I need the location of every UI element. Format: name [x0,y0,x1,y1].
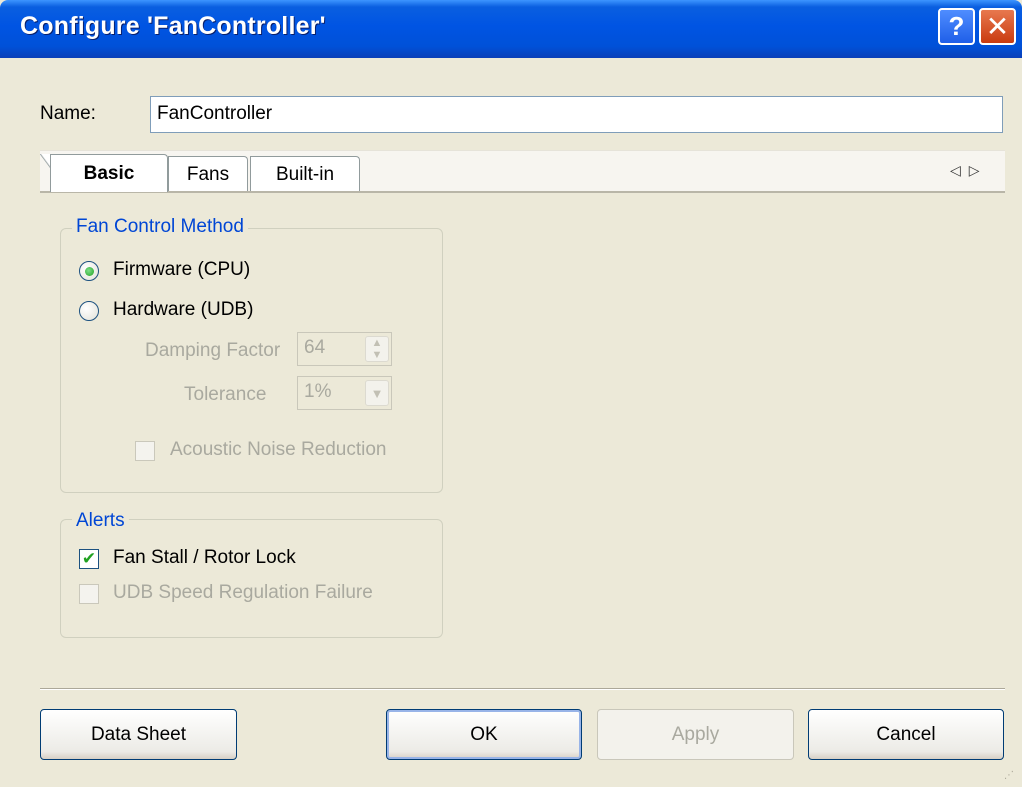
fan-stall-label[interactable]: Fan Stall / Rotor Lock [113,547,296,569]
button-separator [40,688,1005,690]
damping-factor-value: 64 [304,337,326,358]
close-button[interactable]: ✕ [979,8,1016,45]
tolerance-label: Tolerance [184,384,267,405]
close-icon: ✕ [985,11,1010,42]
checkmark-icon: ✔ [81,549,97,568]
damping-factor-label: Damping Factor [145,340,281,361]
tab-fans[interactable]: Fans [168,156,248,192]
tab-underline [40,191,1005,193]
udb-speed-label[interactable]: UDB Speed Regulation Failure [113,582,373,604]
tab-scroll-arrows[interactable]: ◁▷ [950,162,988,179]
apply-button[interactable]: Apply [597,709,794,760]
scroll-right-icon[interactable]: ▷ [969,162,988,178]
firmware-radio[interactable] [79,261,99,281]
name-label: Name: [40,103,96,124]
acoustic-noise-label[interactable]: Acoustic Noise Reduction [170,439,387,461]
scroll-left-icon[interactable]: ◁ [950,162,969,178]
acoustic-noise-checkbox[interactable] [135,441,155,461]
title-bar[interactable]: Configure 'FanController' ? ✕ [0,0,1022,58]
fan-stall-checkbox[interactable]: ✔ [79,549,99,569]
udb-speed-checkbox[interactable] [79,584,99,604]
tab-basic[interactable]: Basic [50,154,168,192]
tolerance-value: 1% [304,381,332,402]
alerts-group [60,519,443,638]
tolerance-combo[interactable]: 1% ▼ [297,376,392,410]
spin-arrows-icon[interactable]: ▲ ▼ [365,336,389,362]
fan-control-legend: Fan Control Method [72,216,248,238]
resize-grip-icon[interactable]: ⋰ [1004,770,1014,781]
data-sheet-button[interactable]: Data Sheet [40,709,237,760]
name-input[interactable]: FanController [150,96,1003,133]
damping-factor-spinner[interactable]: 64 ▲ ▼ [297,332,392,366]
alerts-legend: Alerts [72,510,129,532]
chevron-down-icon[interactable]: ▼ [365,380,389,406]
hardware-label[interactable]: Hardware (UDB) [113,299,253,321]
configure-dialog: Configure 'FanController' ? ✕ Name: FanC… [0,0,1022,787]
cancel-button[interactable]: Cancel [808,709,1004,760]
help-icon: ? [948,11,965,41]
hardware-radio[interactable] [79,301,99,321]
help-button[interactable]: ? [938,8,975,45]
ok-button[interactable]: OK [386,709,582,760]
firmware-label[interactable]: Firmware (CPU) [113,259,250,281]
tab-built-in[interactable]: Built-in [250,156,360,192]
window-title: Configure 'FanController' [20,12,326,40]
